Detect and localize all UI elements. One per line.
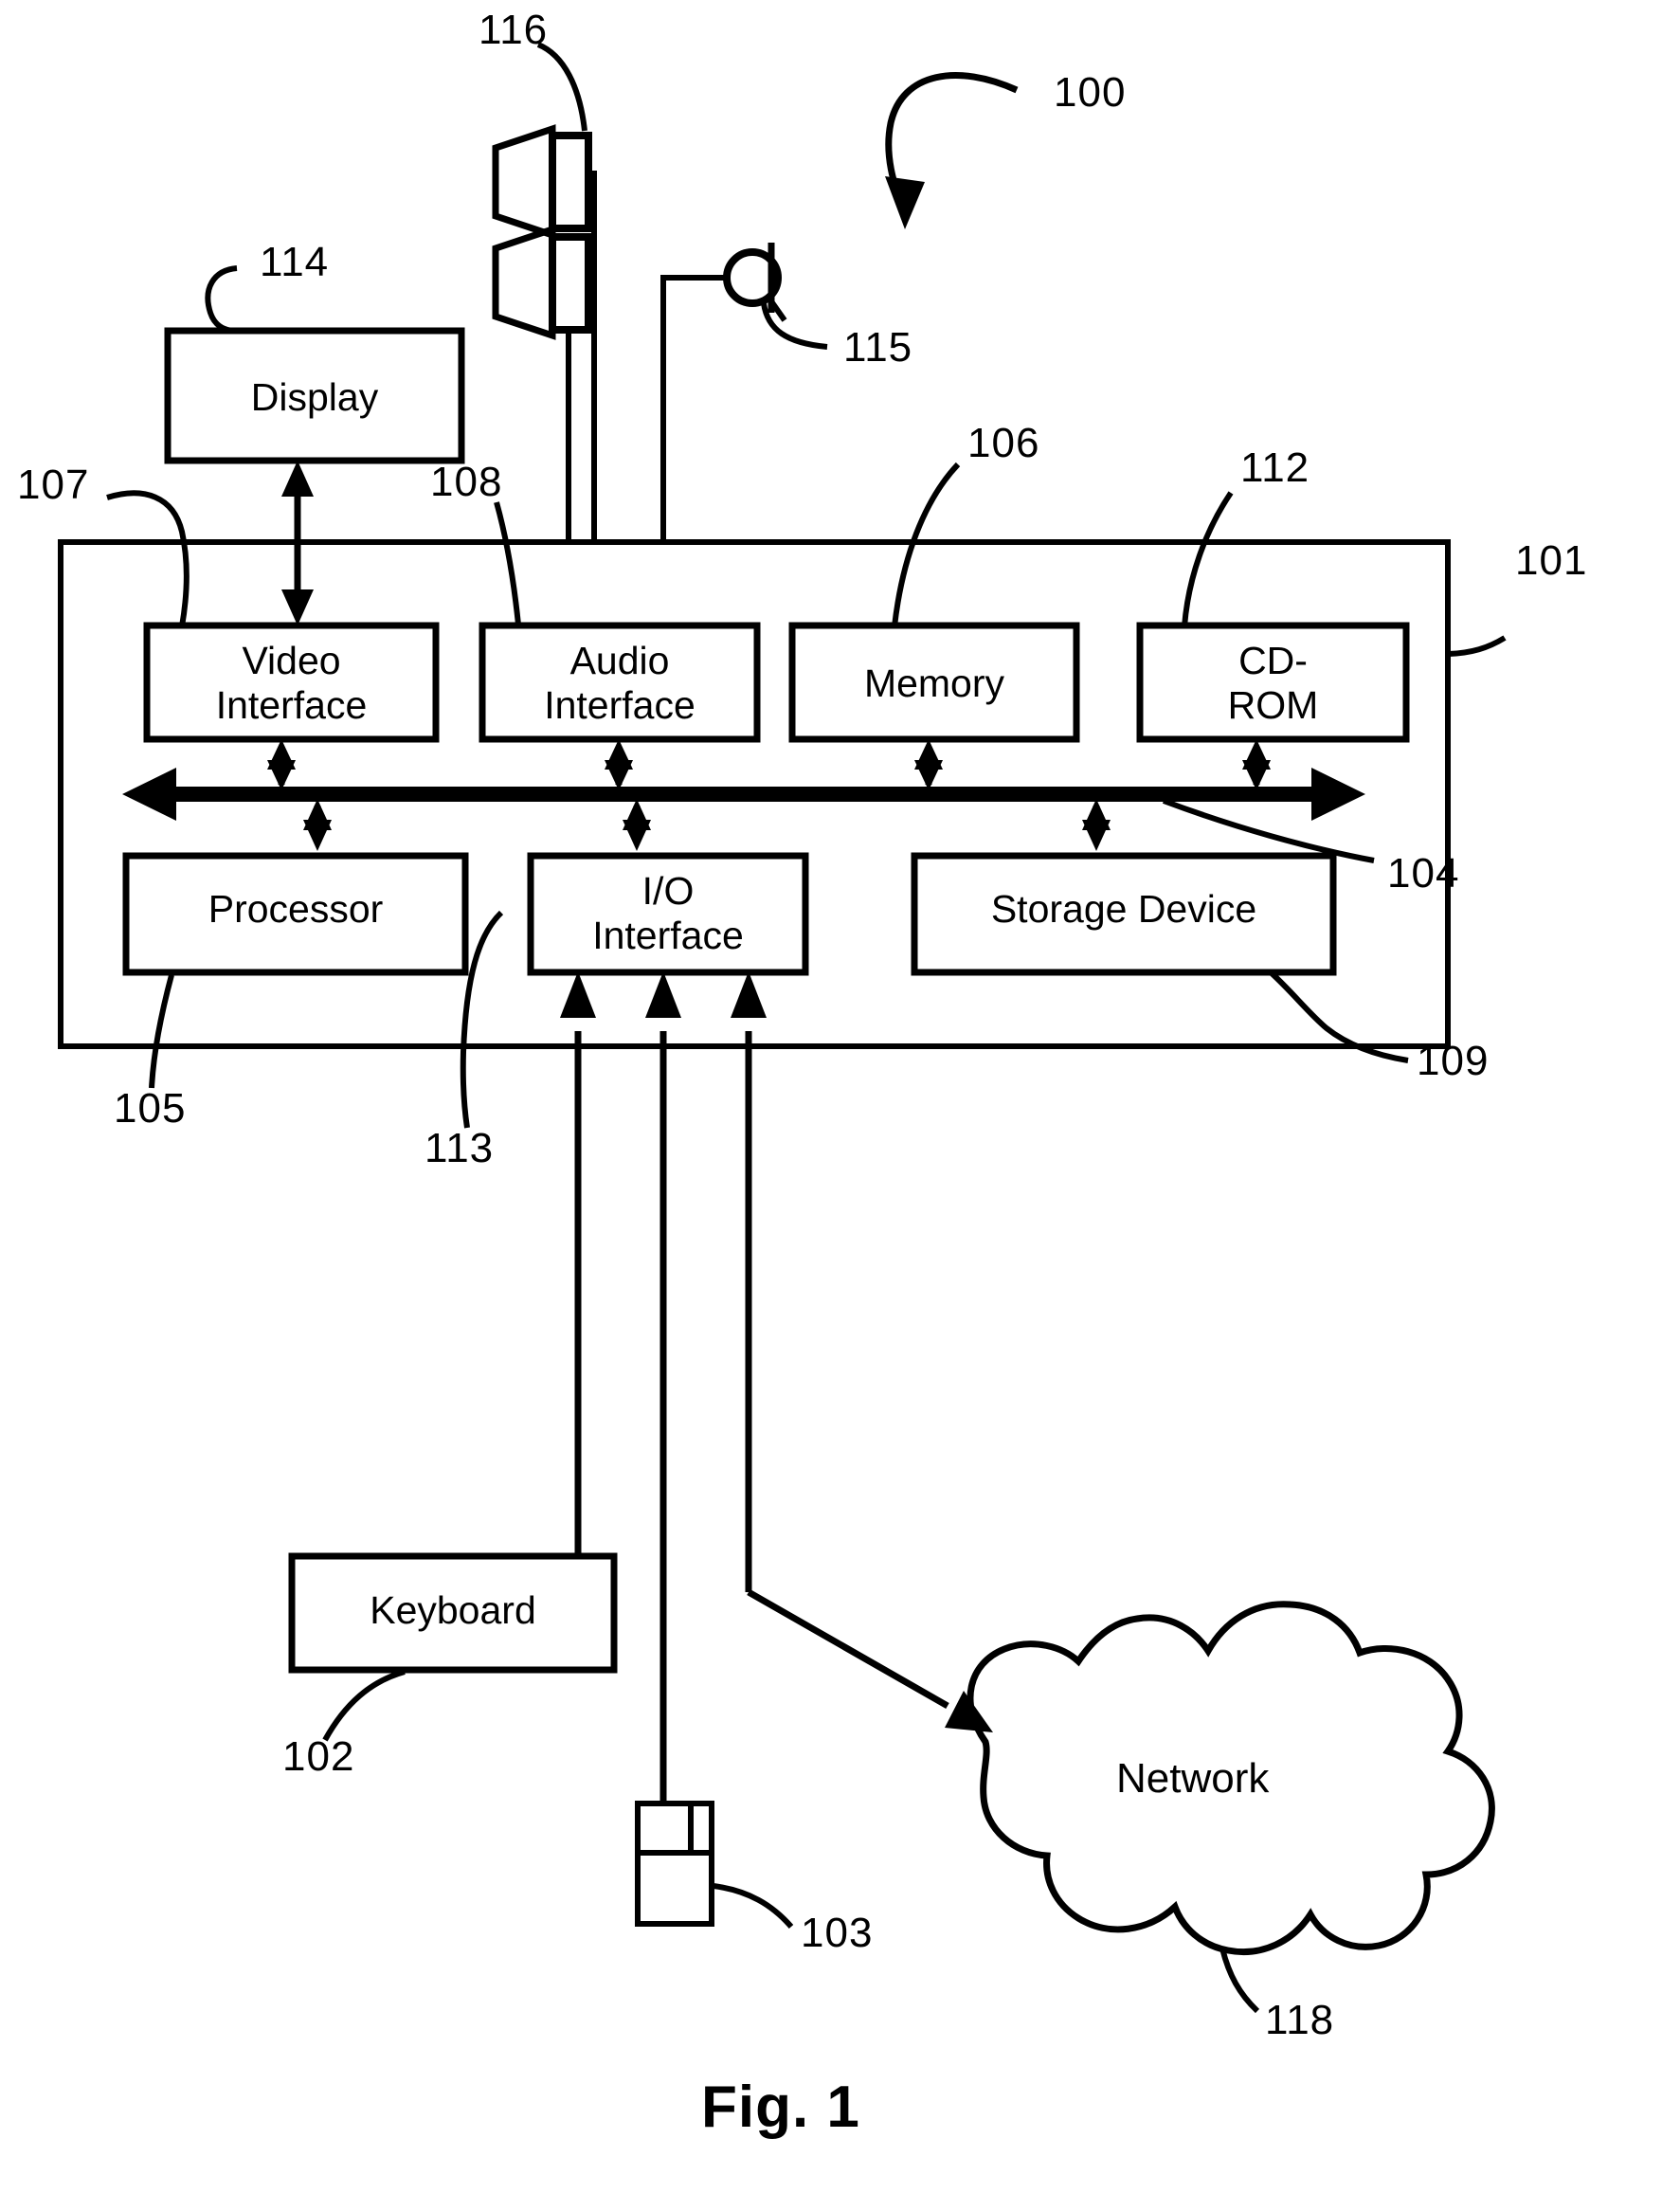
ref-number-109: 109 <box>1417 1038 1490 1084</box>
network-io-arrow <box>731 971 767 1592</box>
display-label: Display <box>250 375 379 419</box>
ref-number-103: 103 <box>801 1910 874 1956</box>
mouse-icon <box>635 1801 714 1927</box>
keyboard-io-arrow <box>560 971 596 1556</box>
ref-number-116: 116 <box>479 7 549 53</box>
memory-label: Memory <box>863 661 1005 705</box>
ref-number-107: 107 <box>17 462 90 508</box>
mouse-io-arrow <box>645 971 681 1805</box>
audio-interface-label: Audio Interface <box>544 639 695 727</box>
speaker-icon <box>492 124 592 340</box>
ref-number-102: 102 <box>282 1733 355 1780</box>
ref-number-101: 101 <box>1515 537 1588 584</box>
ref-number-113: 113 <box>425 1125 495 1171</box>
system-bus <box>122 768 1365 821</box>
keyboard-label: Keyboard <box>370 1588 536 1632</box>
microphone-icon <box>723 243 787 322</box>
bus-connector-audio <box>605 739 633 790</box>
ref-number-104: 104 <box>1387 850 1460 897</box>
ref-number-105: 105 <box>114 1085 187 1132</box>
ref-number-114: 114 <box>260 239 330 285</box>
storage-device-label: Storage Device <box>990 887 1257 931</box>
network-label: Network <box>1116 1755 1270 1802</box>
system-pointer-arrow <box>885 72 1019 229</box>
figure-caption: Fig. 1 <box>701 2075 860 2140</box>
bus-connector-storage <box>1082 799 1111 851</box>
bus-connector-memory <box>914 739 943 790</box>
ref-number-118: 118 <box>1265 1997 1335 2043</box>
io-interface-label: I/O Interface <box>592 869 744 957</box>
bus-connector-processor <box>303 799 332 851</box>
video-interface-label: Video Interface <box>215 639 368 727</box>
bus-connector-video <box>267 739 296 790</box>
cd-rom-label: CD- ROM <box>1227 639 1319 727</box>
ref-number-106: 106 <box>967 420 1040 466</box>
ref-number-100: 100 <box>1054 69 1127 116</box>
bus-connector-cdrom <box>1242 739 1271 790</box>
patent-figure: 116 100 114 115 106 112 107 108 101 104 … <box>0 0 1680 2211</box>
processor-label: Processor <box>208 887 384 931</box>
ref-number-112: 112 <box>1240 444 1310 491</box>
ref-number-108: 108 <box>430 459 503 505</box>
bus-connector-io <box>623 799 651 851</box>
ref-number-115: 115 <box>843 324 913 371</box>
figure-drawing <box>58 42 1507 2014</box>
